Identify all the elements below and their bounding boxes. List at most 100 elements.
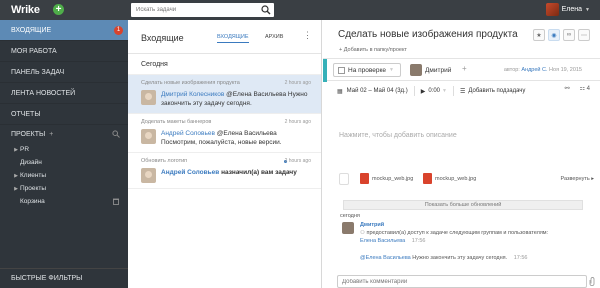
quick-filters[interactable]: Быстрые фильтры <box>0 268 128 288</box>
tree-item-clients[interactable]: ▶ Клиенты <box>0 169 128 182</box>
inbox-item[interactable]: Обновить логотип 2 hours ago Андрей Соло… <box>128 153 321 189</box>
create-plus-button[interactable]: + <box>53 4 64 15</box>
item-time: 2 hours ago <box>284 119 311 125</box>
image-file-icon <box>423 173 432 184</box>
inbox-item[interactable]: Сделать новые изображения продукта 2 hou… <box>128 75 321 114</box>
shared-user-link[interactable]: Елена Васильева <box>360 238 405 244</box>
user-menu[interactable]: Елена ▼ <box>545 3 590 16</box>
dependency-icon[interactable]: ⚯ <box>565 85 570 92</box>
chevron-right-icon[interactable]: ▶ <box>12 186 20 192</box>
complete-checkbox[interactable] <box>338 66 345 74</box>
attachment-file[interactable]: mockup_web.jpg <box>423 173 476 184</box>
subtask-icon: ☰ <box>459 88 466 95</box>
status-dropdown[interactable]: На проверке ▼ <box>333 63 401 77</box>
sidebar-item-label: Лента новостей <box>11 89 76 97</box>
paperclip-icon[interactable] <box>339 173 349 185</box>
task-dates[interactable]: Май 02 – Май 04 (3д.) <box>347 88 408 94</box>
tree-item-label: Проекты <box>20 185 47 192</box>
share-icon: ⚇ <box>360 230 365 236</box>
comment-time: 17:56 <box>513 255 528 261</box>
item-message: Дмитрий Колесников @Елена Васильева Нужн… <box>161 90 311 108</box>
timer-value[interactable]: 0:00 <box>428 88 440 94</box>
comment-input[interactable] <box>337 275 587 288</box>
play-icon[interactable]: ▶ <box>421 88 426 95</box>
show-more-updates-button[interactable]: Показать больше обновлений <box>343 200 583 210</box>
projects-header[interactable]: Проекты + <box>0 125 128 143</box>
search-input[interactable] <box>131 3 251 17</box>
sidebar-item-label: Панель задач <box>11 68 65 76</box>
task-toolbar: ★ ◉ ∞ ⋯ <box>533 29 590 41</box>
sidebar-item-dashboard[interactable]: Панель задач <box>0 62 128 83</box>
add-project-icon[interactable]: + <box>49 131 53 138</box>
subtask-count[interactable]: ⚏ 4 <box>580 85 590 92</box>
tree-item-pr[interactable]: ▶ PR <box>0 143 128 156</box>
more-options-icon[interactable]: ⋯ <box>578 29 590 41</box>
stream-date: сегодня <box>340 213 360 219</box>
chevron-right-icon[interactable]: ▶ <box>12 173 20 179</box>
tree-item-design[interactable]: Дизайн <box>0 156 128 169</box>
star-icon[interactable]: ★ <box>533 29 545 41</box>
calendar-icon: ▦ <box>337 88 343 95</box>
sidebar-item-reports[interactable]: Отчеты <box>0 104 128 125</box>
inbox-item[interactable]: Доделать макеты баннеров 2 hours ago Анд… <box>128 114 321 153</box>
image-file-icon <box>360 173 369 184</box>
paperclip-icon[interactable] <box>589 277 595 286</box>
tree-item-label: PR <box>20 146 30 153</box>
add-assignee-icon[interactable]: + <box>462 64 467 73</box>
comment-author[interactable]: Дмитрий <box>360 222 384 228</box>
comment-message: @Елена Васильева Нужно закончить эту зад… <box>360 255 527 261</box>
user-name[interactable]: Елена <box>562 6 582 13</box>
more-options-icon[interactable]: ⋮ <box>303 30 312 41</box>
add-to-folder-link[interactable]: + Добавить в папку/проект <box>339 47 407 53</box>
search-icon[interactable] <box>261 5 271 15</box>
item-message: Андрей Соловьев назначил(а) вам задачу <box>161 168 297 183</box>
expand-attachments-button[interactable]: Развернуть ▸ <box>561 176 594 182</box>
chevron-down-icon[interactable]: ▼ <box>442 88 447 94</box>
assignee-name: Дмитрий <box>425 66 452 74</box>
share-text: предоставил(а) доступ к задаче следующим… <box>366 230 549 236</box>
projects-label: Проекты <box>11 130 46 138</box>
rss-icon[interactable]: ◉ <box>548 29 560 41</box>
sidebar-item-news-feed[interactable]: Лента новостей <box>0 83 128 104</box>
description-placeholder[interactable]: Нажмите, чтобы добавить описание <box>339 132 457 139</box>
tree-item-label: Корзина <box>20 198 45 205</box>
tree-item-projects[interactable]: ▶ Проекты <box>0 182 128 195</box>
sidebar: Входящие 1 Моя работа Панель задач Лента… <box>0 20 128 288</box>
item-author[interactable]: Андрей Соловьев <box>161 130 215 137</box>
wrike-logo[interactable]: Wrike <box>11 4 40 16</box>
hierarchy-icon: ⚏ <box>579 86 585 92</box>
attachment-name: mockup_web.jpg <box>435 175 477 182</box>
assignee[interactable]: Дмитрий <box>410 64 451 76</box>
chevron-down-icon[interactable]: ▼ <box>585 7 590 13</box>
item-author[interactable]: Андрей Соловьев <box>161 169 219 176</box>
author-prefix: автор: <box>503 67 520 73</box>
sidebar-item-label: Моя работа <box>11 47 57 55</box>
task-meta-icons: ⚯ ⚏ 4 <box>565 85 590 92</box>
tab-inbox[interactable]: Входящие <box>217 34 249 43</box>
status-color-strip <box>323 59 327 82</box>
tree-item-trash[interactable]: Корзина <box>0 195 128 208</box>
search-icon[interactable] <box>112 130 120 138</box>
chevron-right-icon[interactable]: ▶ <box>12 147 20 153</box>
activity-time: 17:56 <box>411 238 426 244</box>
tab-archive[interactable]: Архив <box>265 34 283 40</box>
inbox-panel: Входящие Входящие Архив ⋮ Сегодня Сделат… <box>128 20 322 288</box>
sidebar-item-my-work[interactable]: Моя работа <box>0 41 128 62</box>
inbox-header: Входящие Входящие Архив ⋮ <box>128 20 321 54</box>
item-text: назначил(а) вам задачу <box>221 169 297 176</box>
author-name[interactable]: Андрей С. <box>521 67 547 73</box>
inbox-count-badge: 1 <box>114 26 123 35</box>
item-author[interactable]: Дмитрий Колесников <box>161 91 224 98</box>
task-title[interactable]: Сделать новые изображения продукта <box>338 29 518 40</box>
chevron-down-icon: ▼ <box>389 67 394 73</box>
expand-label: Развернуть <box>560 176 590 182</box>
attachment-file[interactable]: mockup_web.jpg <box>360 173 413 184</box>
sidebar-item-label: Входящие <box>11 26 52 34</box>
mention-link[interactable]: @Елена Васильева <box>360 255 411 261</box>
sidebar-item-inbox[interactable]: Входящие 1 <box>0 20 128 41</box>
add-subtask-button[interactable]: Добавить подзадачу <box>468 88 525 94</box>
search-box[interactable] <box>131 3 274 17</box>
link-icon[interactable]: ∞ <box>563 29 575 41</box>
author-date: Ноя 19, 2015 <box>549 67 582 73</box>
avatar[interactable] <box>545 3 559 16</box>
